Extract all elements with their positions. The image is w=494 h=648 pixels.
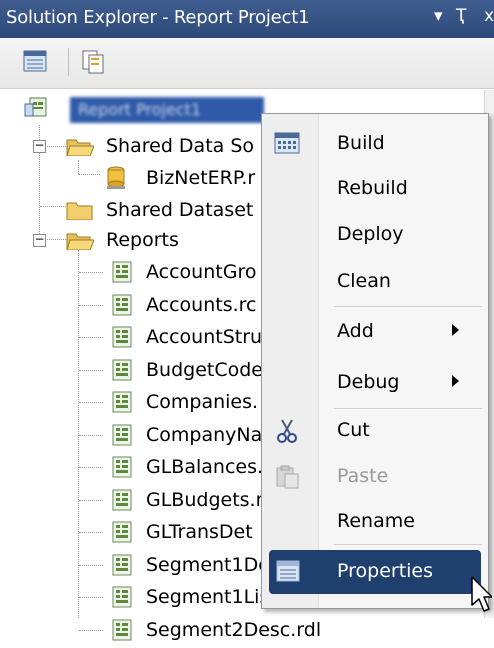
submenu-arrow-icon: [452, 375, 459, 387]
report-file-icon: [112, 521, 132, 543]
menu-item-cut[interactable]: Cut: [262, 409, 488, 453]
tree-guide-line: [40, 206, 66, 207]
tree-guide-line: [79, 272, 103, 273]
tree-node-label: AccountStru: [146, 326, 263, 348]
properties-button[interactable]: [22, 48, 48, 74]
menu-item-label: Cut: [337, 419, 370, 441]
menu-item-paste[interactable]: Paste: [262, 455, 488, 499]
tree-guide-line: [78, 174, 100, 175]
mouse-pointer-icon: [471, 576, 492, 612]
open-folder-icon: [66, 139, 94, 156]
report-file-icon: [112, 359, 132, 380]
tree-guide-line: [79, 369, 103, 371]
menu-item-rebuild[interactable]: Rebuild: [262, 167, 488, 211]
tree-guide-line: [79, 304, 103, 306]
tree-guide-line: [79, 629, 103, 631]
report-file-icon: [112, 619, 132, 640]
show-all-files-button[interactable]: [80, 48, 106, 74]
report-file-icon: [112, 554, 132, 575]
submenu-arrow-icon: [452, 324, 459, 336]
menu-item-add[interactable]: Add: [262, 310, 488, 354]
tree-node-label: GLBudgets.r: [146, 488, 264, 511]
menu-separator: [334, 306, 482, 307]
menu-item-clean[interactable]: Clean: [262, 260, 488, 304]
tree-node-label: BizNetERP.r: [146, 167, 256, 189]
collapse-reports-toggle[interactable]: −: [33, 233, 46, 247]
window-title: Solution Explorer - Report Project1: [6, 7, 310, 28]
toolbar-separator: [68, 48, 69, 76]
tree-node-label: Shared Data So: [106, 135, 255, 157]
menu-item-build[interactable]: Build: [262, 122, 488, 166]
report-file-icon: [112, 424, 132, 445]
menu-item-debug[interactable]: Debug: [262, 361, 488, 405]
tree-guide-line: [79, 532, 103, 533]
properties-icon: [23, 50, 47, 72]
report-file-icon: [112, 489, 132, 510]
menu-item-label: Add: [337, 320, 374, 342]
report-project-icon: [24, 97, 47, 117]
tree-node-label: Segment1Lis: [146, 586, 270, 608]
tree-node-label: Segment1De: [146, 553, 270, 576]
menu-separator: [334, 544, 482, 545]
report-file-icon: [112, 326, 132, 348]
tree-guide-line: [79, 597, 103, 598]
project-name-selected[interactable]: Report Project1: [70, 97, 264, 123]
tree-guide-line: [79, 499, 103, 501]
tree-node-label: Reports: [106, 229, 179, 251]
window-position-dropdown-icon[interactable]: ▾: [434, 6, 443, 26]
report-file-icon: [112, 391, 132, 413]
report-file-icon: [112, 261, 132, 283]
tree-guide-line: [79, 402, 103, 403]
close-icon[interactable]: x: [484, 6, 494, 26]
tree-guide-line: [78, 160, 79, 174]
tree-guide-line: [79, 564, 103, 566]
tree-node-label: CompanyNa: [146, 423, 263, 446]
paste-icon: [276, 465, 299, 489]
solution-explorer-title-bar: Solution Explorer - Report Project1 ▾ Ҭ …: [0, 0, 494, 38]
menu-item-rename[interactable]: Rename: [262, 500, 488, 544]
menu-item-label: Rename: [337, 510, 415, 532]
report-file-icon: [112, 586, 132, 608]
menu-item-label: Deploy: [337, 223, 404, 245]
folder-icon: [66, 202, 93, 220]
tree-node-label: GLTransDet: [146, 521, 253, 543]
menu-item-label: Debug: [337, 371, 400, 393]
tree-node-label: GLBalances.: [146, 456, 264, 478]
tree-node-label: Accounts.rc: [146, 293, 257, 316]
auto-hide-pin-icon[interactable]: Ҭ: [456, 6, 466, 26]
tree-node-label: Segment2Desc.rdl: [146, 618, 322, 641]
menu-item-label: Properties: [337, 560, 434, 582]
build-icon: [274, 132, 300, 154]
tree-guide-line: [79, 467, 103, 468]
menu-item-deploy[interactable]: Deploy: [262, 213, 488, 257]
open-folder-icon: [66, 233, 94, 250]
properties-icon: [276, 560, 300, 582]
solution-explorer-toolbar: [0, 38, 494, 89]
report-file-icon: [112, 456, 132, 478]
menu-item-label: Build: [337, 132, 385, 154]
tree-node-label: Shared Dataset: [106, 199, 254, 221]
context-menu: Build Rebuild Deploy Clean Add Debug Cut: [261, 113, 489, 609]
report-file-icon: [112, 294, 132, 315]
tree-guide-line: [79, 434, 103, 436]
menu-item-label: Rebuild: [337, 177, 408, 199]
tree-node-label: AccountGro: [146, 261, 257, 283]
collapse-shared-data-sources-toggle[interactable]: −: [33, 139, 46, 153]
data-source-icon: [107, 166, 125, 189]
show-all-files-icon: [82, 50, 104, 74]
tree-guide-line: [79, 337, 103, 338]
menu-item-label: Paste: [337, 465, 389, 487]
tree-node-label: Companies.: [146, 391, 259, 413]
menu-item-label: Clean: [337, 270, 391, 292]
tree-node-label: BudgetCode: [146, 358, 263, 381]
menu-item-properties[interactable]: Properties: [269, 550, 481, 594]
scissors-icon: [277, 419, 297, 443]
